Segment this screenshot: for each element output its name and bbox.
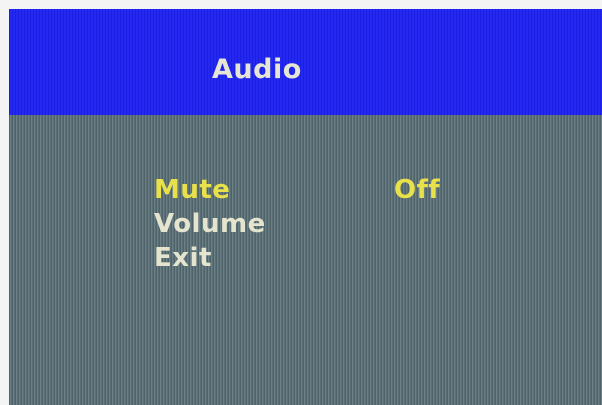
osd-screen: Audio Mute Off Volume Exit — [9, 9, 602, 405]
mute-value: Off — [394, 175, 441, 205]
menu-item-mute[interactable]: Mute — [154, 175, 230, 205]
osd-menu-body: Mute Off Volume Exit — [9, 115, 602, 405]
osd-header: Audio — [9, 9, 602, 115]
menu-item-exit[interactable]: Exit — [154, 243, 212, 273]
menu-title: Audio — [212, 54, 302, 85]
menu-item-volume[interactable]: Volume — [154, 209, 266, 239]
